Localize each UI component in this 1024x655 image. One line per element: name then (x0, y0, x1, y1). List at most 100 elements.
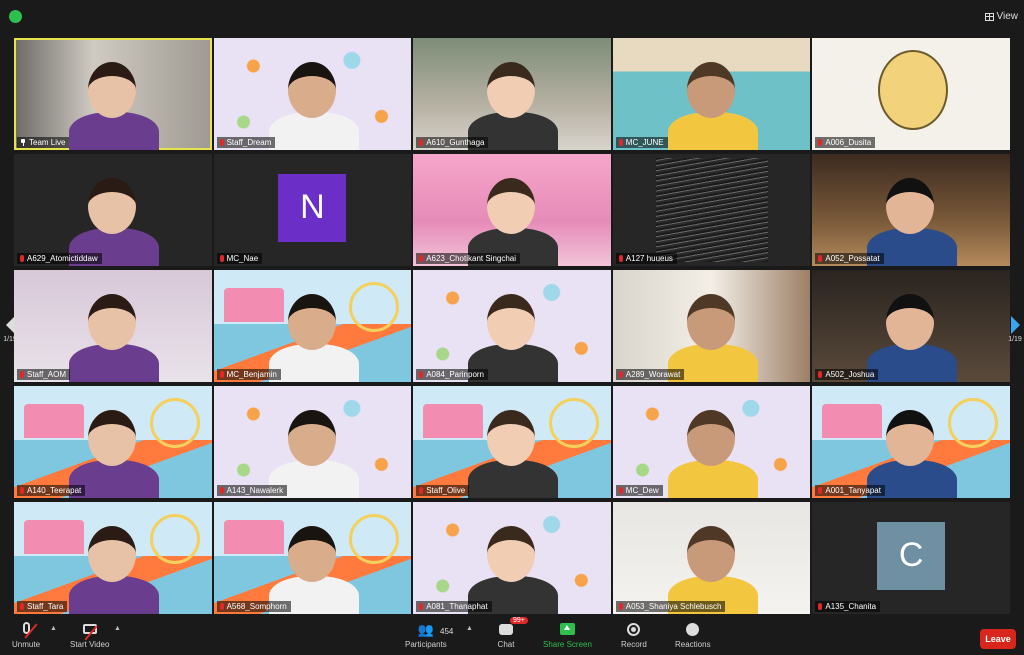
participant-name: A135_Chanita (825, 602, 877, 611)
mic-muted-icon (20, 487, 24, 494)
video-tile[interactable]: Staff_AOM (14, 270, 212, 382)
video-tile[interactable]: A081_Thanaphat (413, 502, 611, 614)
reactions-button[interactable]: Reactions (675, 622, 711, 649)
audio-options-caret-icon[interactable]: ▲ (50, 625, 57, 632)
video-tile[interactable]: A001_Tanyapat (812, 386, 1010, 498)
video-tile[interactable]: A127 huueus (612, 154, 811, 266)
participant-name-tag: A084_Parinporn (416, 369, 489, 380)
chat-label: Chat (497, 640, 515, 649)
mic-muted-icon (618, 255, 623, 262)
video-tile[interactable]: A289_Worawat (612, 270, 811, 382)
video-tile[interactable]: A140_Teerapat (14, 386, 212, 498)
participant-name-tag: Staff_Dream (216, 137, 276, 148)
record-button[interactable]: Record (621, 622, 647, 649)
video-tile[interactable]: A006_Dusita (812, 38, 1010, 150)
chat-button[interactable]: 99+ Chat (497, 617, 528, 649)
participant-name-tag: MC_Dew (615, 485, 663, 496)
video-tile[interactable]: A053_Shaniya Schlebusch (612, 502, 811, 614)
mic-muted-icon (219, 255, 224, 262)
person-head (487, 62, 536, 118)
share-screen-button[interactable]: Share Screen (543, 622, 592, 649)
participant-name-tag: Staff_AOM (17, 369, 70, 380)
participant-name-tag: MC_JUNE (615, 137, 668, 148)
mic-muted-icon (419, 139, 424, 146)
participant-name-tag: MC_Nae (216, 253, 263, 264)
participant-name: A623_Chotikant Singchai (426, 254, 517, 263)
next-page-button[interactable]: 1/19 (1008, 316, 1022, 343)
participant-name-tag: Staff_Olive (416, 485, 470, 496)
unmute-button[interactable]: Unmute (12, 622, 40, 649)
participant-name-tag: A135_Chanita (815, 601, 881, 612)
person-head (886, 294, 935, 350)
gallery-view-grid: Team Live Staff_Dream A610_Gunthaga MC_JUNE… (14, 38, 1012, 616)
video-tile[interactable]: A610_Gunthaga (413, 38, 611, 150)
video-tile[interactable]: A052_Possatat (812, 154, 1010, 266)
person-head (686, 526, 735, 582)
video-tile[interactable]: A084_Parinporn (413, 270, 611, 382)
participant-name: Staff_Olive (426, 486, 466, 495)
participant-name: A629_Atomictiddaw (27, 254, 98, 263)
start-video-button[interactable]: Start Video (70, 622, 109, 649)
mic-muted-icon (818, 255, 823, 262)
leave-button[interactable]: Leave (980, 629, 1016, 649)
grid-view-icon (984, 12, 994, 21)
participant-name: MC_Benjamin (226, 370, 277, 379)
mic-muted-icon (818, 487, 823, 494)
video-tile[interactable]: Staff_Olive (413, 386, 611, 498)
video-tile[interactable]: MC_Dew (612, 386, 811, 498)
participant-name-tag: Team Live (17, 137, 70, 148)
video-tile[interactable]: MC_JUNE (612, 38, 811, 150)
previous-page-button[interactable]: 1/19 (3, 316, 17, 343)
participant-name: MC_Nae (226, 254, 259, 263)
video-off-icon (82, 624, 97, 634)
video-tile[interactable]: A623_Chotikant Singchai (413, 154, 611, 266)
person-head (287, 410, 336, 466)
mic-muted-icon (419, 487, 424, 494)
participant-name: A081_Thanaphat (426, 602, 488, 611)
person-head (886, 178, 935, 234)
video-tile[interactable]: Staff_Tara (14, 502, 212, 614)
mic-muted-icon (20, 255, 24, 262)
mic-muted-icon (419, 603, 424, 610)
participant-name-tag: A568_Somphorn (216, 601, 291, 612)
view-button[interactable]: View (984, 11, 1018, 22)
participant-name-tag: A052_Possatat (815, 253, 884, 264)
participant-name-tag: A610_Gunthaga (416, 137, 489, 148)
video-options-caret-icon[interactable]: ▲ (114, 625, 121, 632)
video-tile[interactable]: A143_Nawalerk (213, 386, 412, 498)
participant-name: A610_Gunthaga (426, 138, 485, 147)
participant-name: A001_Tanyapat (825, 486, 881, 495)
participant-name-tag: A140_Teerapat (17, 485, 86, 496)
mic-muted-icon (219, 487, 224, 494)
mic-muted-icon (419, 371, 424, 378)
video-tile[interactable]: A629_Atomictiddaw (14, 154, 212, 266)
participant-name-tag: A053_Shaniya Schlebusch (615, 601, 726, 612)
video-tile[interactable]: N MC_Nae (213, 154, 412, 266)
video-tile[interactable]: MC_Benjamin (213, 270, 412, 382)
page-indicator-right: 1/19 (1008, 336, 1022, 343)
participant-name: MC_Dew (625, 486, 659, 495)
participant-name: Staff_Tara (27, 602, 64, 611)
person-head (88, 178, 136, 234)
video-tile[interactable]: Staff_Dream (213, 38, 412, 150)
participant-name: A052_Possatat (825, 254, 880, 263)
microphone-muted-icon (22, 622, 30, 634)
video-tile[interactable]: A568_Somphorn (213, 502, 412, 614)
person-head (487, 294, 536, 350)
video-tile[interactable]: C A135_Chanita (812, 502, 1010, 614)
mic-muted-icon (219, 139, 224, 146)
participant-name: A568_Somphorn (226, 602, 287, 611)
mic-muted-icon (20, 603, 24, 610)
security-shield-icon[interactable] (9, 10, 22, 23)
participant-name: Staff_Dream (226, 138, 272, 147)
participants-label: Participants (405, 640, 447, 649)
person-head (88, 526, 136, 582)
participants-options-caret-icon[interactable]: ▲ (466, 625, 473, 632)
person-head (686, 62, 735, 118)
participant-name-tag: A001_Tanyapat (815, 485, 885, 496)
video-tile[interactable]: A502_Joshua (812, 270, 1010, 382)
participant-name: A084_Parinporn (426, 370, 485, 379)
video-tile[interactable]: Team Live (14, 38, 212, 150)
meeting-toolbar: Unmute ▲ Start Video ▲ 👥 Participants 45… (0, 617, 1024, 655)
person-head (88, 294, 136, 350)
